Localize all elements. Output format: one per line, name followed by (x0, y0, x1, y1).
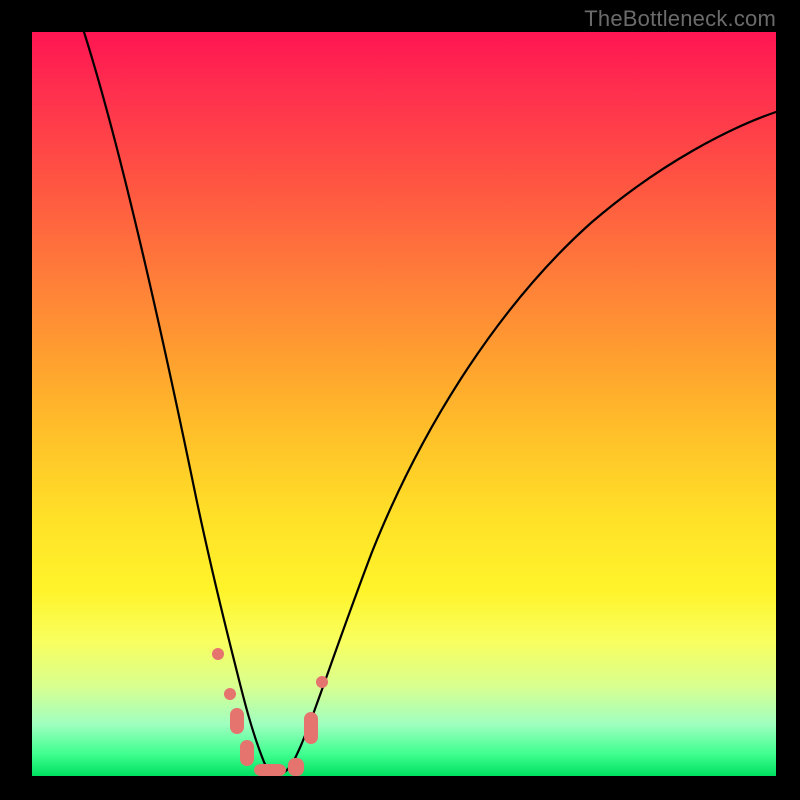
curve-marker (230, 708, 244, 734)
chart-svg (32, 32, 776, 776)
curve-marker (316, 676, 328, 688)
chart-frame (32, 32, 776, 776)
watermark-text: TheBottleneck.com (584, 6, 776, 32)
curve-marker (288, 758, 304, 776)
curve-marker (254, 764, 286, 776)
bottleneck-curve (84, 32, 776, 774)
curve-marker (240, 740, 254, 766)
curve-marker (304, 712, 318, 744)
curve-marker (224, 688, 236, 700)
curve-marker (212, 648, 224, 660)
